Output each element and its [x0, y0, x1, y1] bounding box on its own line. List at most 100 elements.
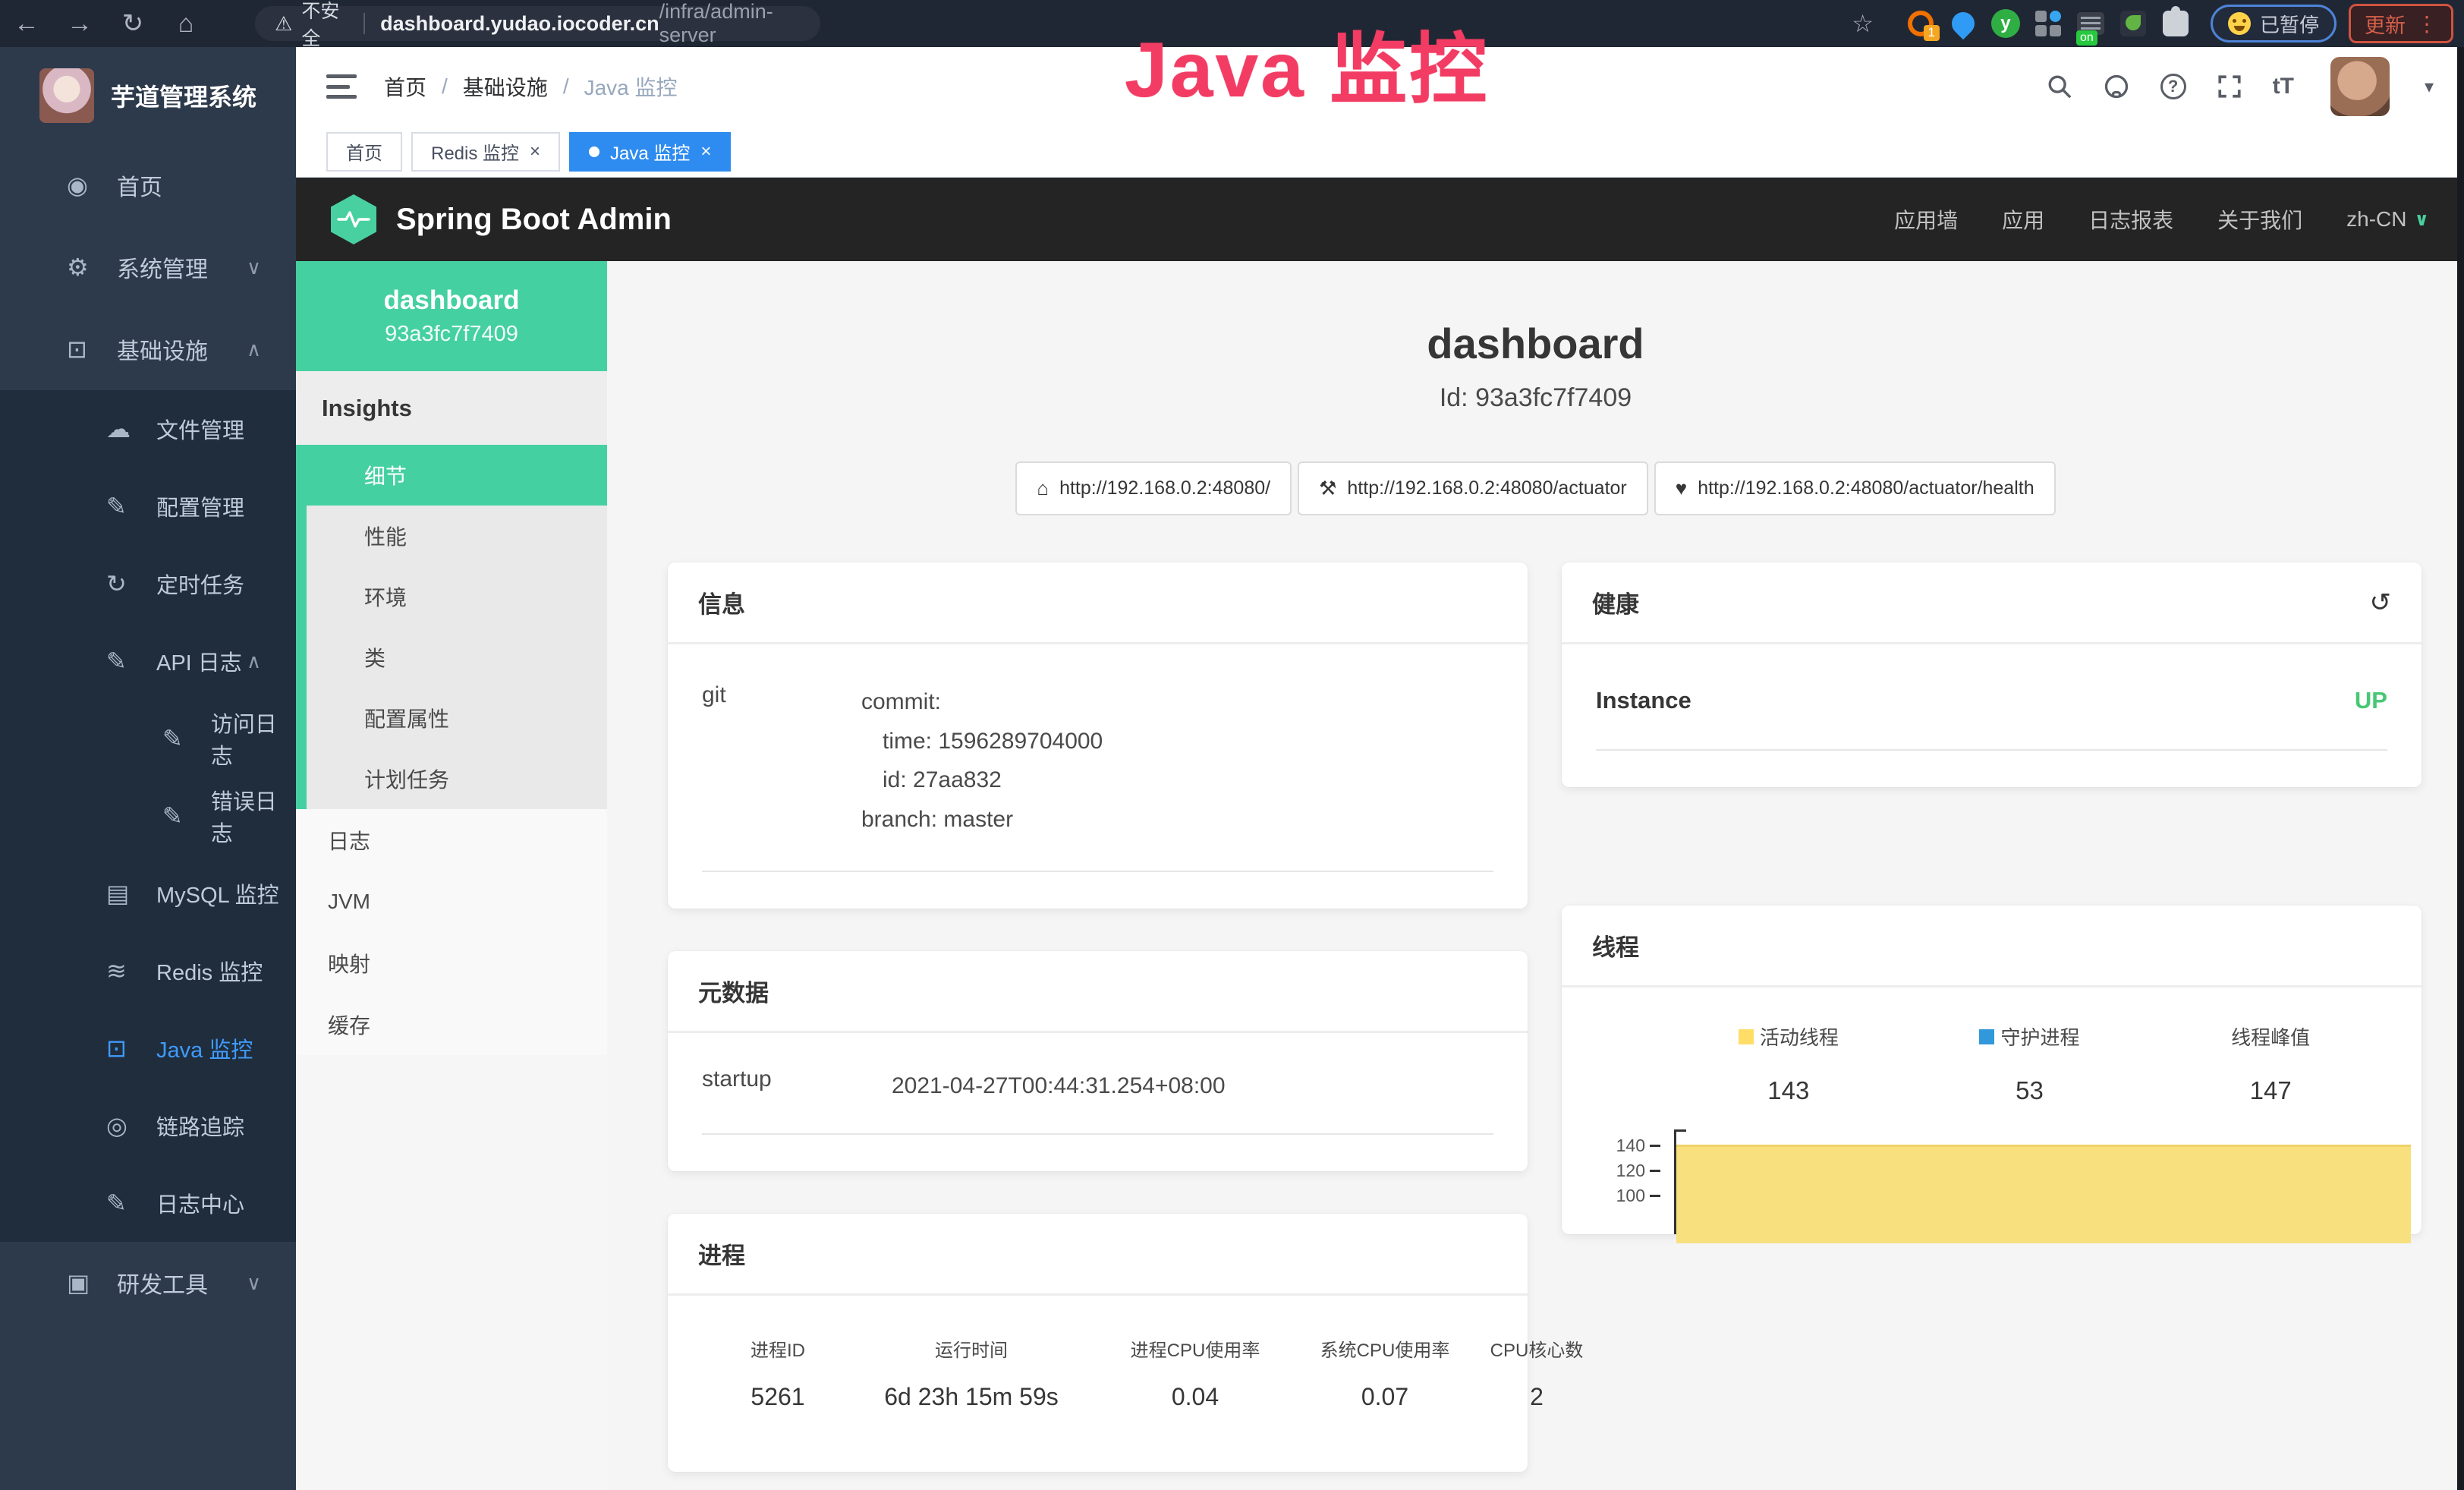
- help-icon[interactable]: ?: [2160, 74, 2186, 99]
- sidebar-item-mysql[interactable]: ▤ MySQL 监控: [0, 855, 296, 932]
- extension-orange-icon[interactable]: 1: [1905, 8, 1937, 39]
- status-badge: UP: [2355, 687, 2387, 714]
- sba-instance-header[interactable]: dashboard 93a3fc7f7409: [296, 261, 607, 371]
- sidebar-item-devtools[interactable]: ▣ 研发工具 ∨: [0, 1242, 296, 1324]
- sba-menu-metrics[interactable]: 性能: [307, 506, 607, 566]
- app-logo-block[interactable]: 芋道管理系统: [0, 47, 296, 144]
- search-icon[interactable]: [2047, 74, 2072, 99]
- sidebar-filler: [0, 1324, 296, 1490]
- process-card: 进程 进程ID 运行时间 进程CPU使用率 系统CPU使用率 CPU核心数 52…: [668, 1214, 1528, 1472]
- tab-java-active[interactable]: Java 监控 ×: [569, 132, 731, 172]
- sidebar-item-logcenter[interactable]: ✎ 日志中心: [0, 1164, 296, 1242]
- history-icon[interactable]: ↺: [2370, 587, 2392, 618]
- y-tick-120: 120: [1562, 1161, 1645, 1181]
- sba-nav-applications[interactable]: 应用: [2002, 204, 2044, 235]
- breadcrumb: 首页 / 基础设施 / Java 监控: [384, 71, 678, 102]
- fullscreen-icon[interactable]: [2217, 74, 2242, 99]
- sba-menu-logs[interactable]: 日志: [296, 809, 607, 871]
- log-icon: ✎: [106, 1189, 156, 1218]
- sidebar-item-job[interactable]: ↻ 定时任务: [0, 545, 296, 622]
- sidebar-item-infra[interactable]: ⊡ 基础设施 ∧: [0, 308, 296, 390]
- process-value-cpu: 0.04: [1100, 1383, 1290, 1411]
- health-url-button[interactable]: ♥ http://192.168.0.2:48080/actuator/heal…: [1654, 461, 2056, 515]
- github-icon[interactable]: [2103, 73, 2130, 100]
- y-tick-100: 100: [1562, 1186, 1645, 1206]
- sba-menu-env[interactable]: 环境: [307, 566, 607, 627]
- user-avatar[interactable]: [2330, 57, 2390, 116]
- reload-icon[interactable]: ↻: [106, 8, 159, 39]
- sidebar-submenu-infra: ☁ 文件管理 ✎ 配置管理 ↻ 定时任务 ✎ API 日志 ∧ ✎: [0, 390, 296, 1242]
- bookmark-star-icon[interactable]: ☆: [1852, 9, 1874, 38]
- legend-yellow-swatch: [1739, 1029, 1754, 1044]
- hamburger-icon[interactable]: [326, 74, 357, 99]
- profile-paused-badge[interactable]: 已暂停: [2211, 5, 2337, 43]
- process-value-syscpu: 0.07: [1290, 1383, 1480, 1411]
- breadcrumb-home[interactable]: 首页: [384, 71, 426, 102]
- extension-leaf-icon[interactable]: [2117, 8, 2149, 39]
- browser-update-button[interactable]: 更新 ⋮: [2349, 4, 2453, 43]
- app-logo: [39, 68, 94, 123]
- forward-icon[interactable]: →: [53, 9, 106, 39]
- close-icon[interactable]: ×: [530, 141, 540, 162]
- sba-menu-jvm[interactable]: JVM: [296, 871, 607, 932]
- tab-redis[interactable]: Redis 监控 ×: [411, 132, 560, 172]
- process-header-cpu: 进程CPU使用率: [1100, 1335, 1290, 1362]
- cards-grid: 信息 git commit: time: 1596289704000 id: 2…: [607, 515, 2464, 1472]
- page-title: dashboard: [607, 319, 2464, 368]
- sidebar-item-home[interactable]: ◉ 首页: [0, 144, 296, 226]
- sidebar-item-file[interactable]: ☁ 文件管理: [0, 390, 296, 468]
- metadata-row: startup 2021-04-27T00:44:31.254+08:00: [702, 1033, 1493, 1135]
- breadcrumb-infra[interactable]: 基础设施: [463, 71, 548, 102]
- sidebar-item-config[interactable]: ✎ 配置管理: [0, 468, 296, 545]
- sba-menu-caches[interactable]: 缓存: [296, 994, 607, 1055]
- threads-legend: 活动线程 守护进程 线程峰值 143: [1562, 988, 2422, 1105]
- avatar-caret-icon[interactable]: ▾: [2425, 76, 2434, 98]
- sba-menu-classes[interactable]: 类: [307, 627, 607, 688]
- sba-menu-scheduled[interactable]: 计划任务: [307, 748, 607, 809]
- security-label: 不安全: [301, 0, 348, 51]
- sba-nav-wallboard[interactable]: 应用墙: [1894, 204, 1958, 235]
- back-icon[interactable]: ←: [0, 9, 53, 39]
- info-card: 信息 git commit: time: 1596289704000 id: 2…: [668, 562, 1528, 909]
- sba-menu-detail[interactable]: 细节: [307, 445, 607, 506]
- sba-sidebar: dashboard 93a3fc7f7409 Insights 细节 性能 环境…: [296, 261, 607, 1490]
- sidebar-item-accesslog[interactable]: ✎ 访问日志: [0, 700, 296, 777]
- sidebar-item-system[interactable]: ⚙ 系统管理 ∨: [0, 226, 296, 308]
- sidebar-item-trace[interactable]: ◎ 链路追踪: [0, 1087, 296, 1164]
- dashboard-icon: ◉: [67, 171, 117, 200]
- actuator-url-button[interactable]: ⚒ http://192.168.0.2:48080/actuator: [1298, 461, 1648, 515]
- service-url-button[interactable]: ⌂ http://192.168.0.2:48080/: [1015, 461, 1292, 515]
- health-card: 健康 ↺ Instance UP: [1562, 562, 2422, 787]
- sidebar-item-java[interactable]: ⊡ Java 监控: [0, 1010, 296, 1087]
- home-icon[interactable]: ⌂: [159, 9, 212, 39]
- sba-nav-journal[interactable]: 日志报表: [2088, 204, 2173, 235]
- profile-avatar-emoji: [2228, 12, 2251, 35]
- extension-puzzle-icon[interactable]: [2160, 8, 2192, 39]
- tags-view-bar: 首页 Redis 监控 × Java 监控 ×: [296, 126, 2464, 178]
- address-bar[interactable]: ⚠ 不安全 dashboard.yudao.iocoder.cn/infra/a…: [255, 6, 820, 41]
- health-instance-row[interactable]: Instance UP: [1596, 644, 2387, 751]
- extension-y-icon[interactable]: y: [1990, 8, 2022, 39]
- sba-menu-configprops[interactable]: 配置属性: [307, 688, 607, 748]
- tab-home[interactable]: 首页: [326, 132, 402, 172]
- browser-menu-icon: ⋮: [2416, 11, 2437, 36]
- sba-menu-mappings[interactable]: 映射: [296, 932, 607, 994]
- history-icon: ↻: [106, 569, 156, 598]
- active-dot: [589, 146, 599, 157]
- sidebar-item-apilog[interactable]: ✎ API 日志 ∧: [0, 622, 296, 700]
- close-icon[interactable]: ×: [700, 141, 711, 162]
- sba-nav: 应用墙 应用 日志报表 关于我们 zh-CN ∨: [1894, 204, 2429, 235]
- extension-list-icon[interactable]: on: [2075, 8, 2107, 39]
- home-icon: ⌂: [1037, 477, 1049, 500]
- extension-grid-icon[interactable]: [2032, 8, 2064, 39]
- sidebar-item-redis[interactable]: ≋ Redis 监控: [0, 932, 296, 1010]
- sba-language-select[interactable]: zh-CN ∨: [2346, 207, 2429, 232]
- extension-pin-icon[interactable]: [1947, 8, 1979, 39]
- process-value-pid: 5261: [713, 1383, 842, 1411]
- sba-nav-about[interactable]: 关于我们: [2217, 204, 2302, 235]
- sidebar-item-errorlog[interactable]: ✎ 错误日志: [0, 777, 296, 855]
- legend-live-threads: 活动线程: [1668, 1022, 1909, 1051]
- metadata-card-title: 元数据: [668, 951, 1528, 1033]
- metadata-key: startup: [702, 1066, 892, 1106]
- font-size-icon[interactable]: tT: [2273, 74, 2294, 99]
